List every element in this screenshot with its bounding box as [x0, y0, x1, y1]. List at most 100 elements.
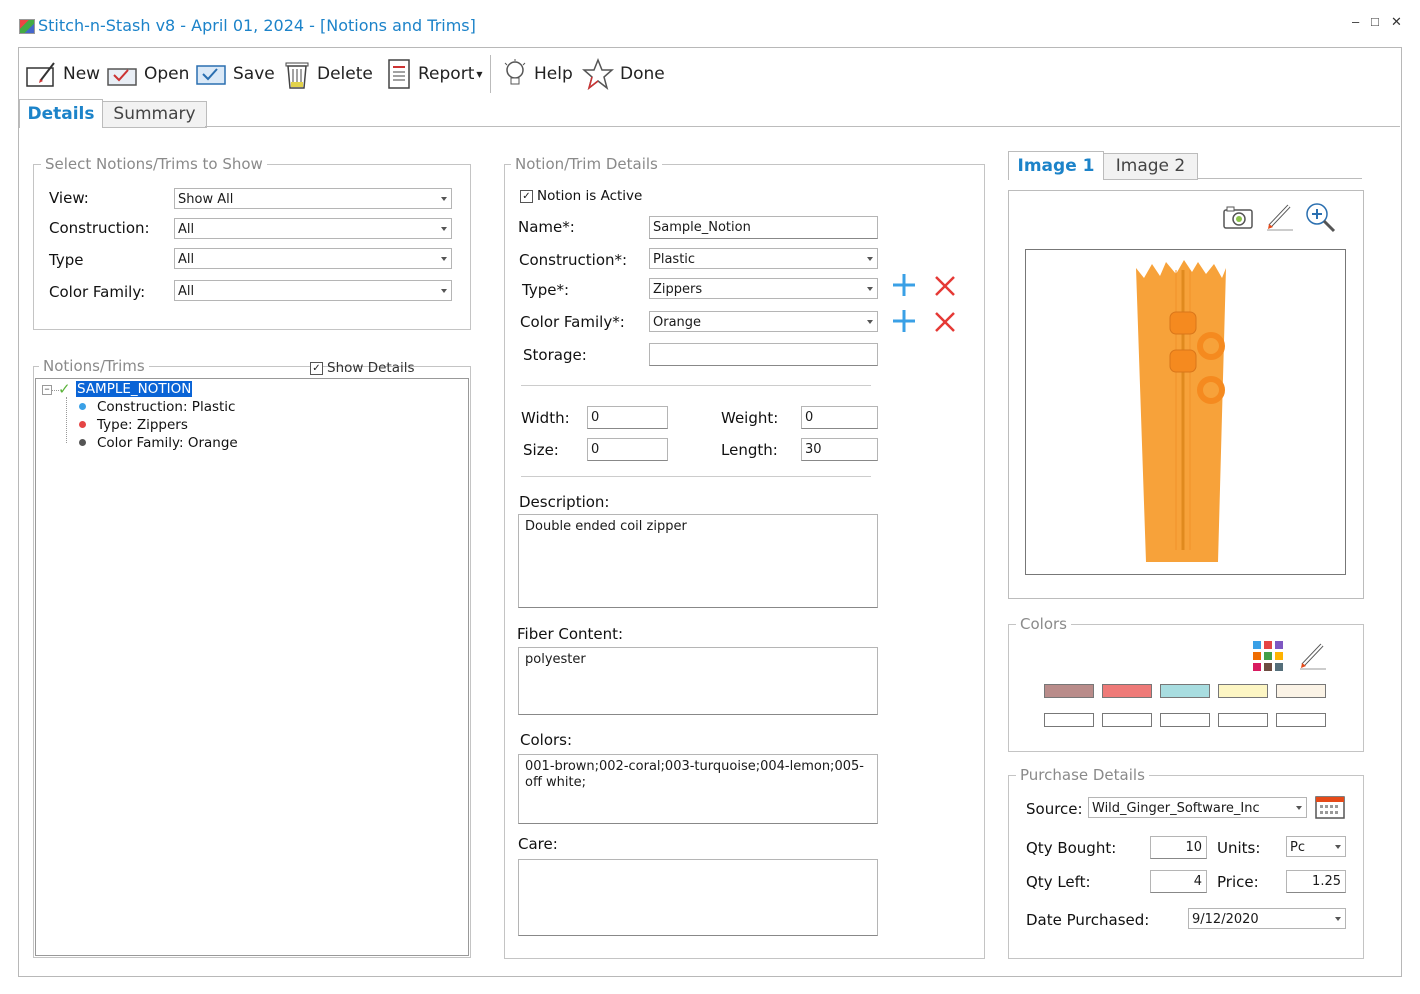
zoom-button[interactable] — [1304, 201, 1336, 236]
qty-left-label: Qty Left: — [1026, 873, 1091, 891]
color-swatch[interactable] — [1160, 684, 1210, 698]
construction-filter-select[interactable]: All — [174, 218, 452, 239]
construction-value: Plastic — [653, 252, 696, 267]
tree-view[interactable] — [35, 378, 469, 956]
qty-left-input[interactable]: 4 — [1150, 870, 1207, 893]
add-type-button[interactable] — [891, 272, 917, 301]
description-label: Description: — [519, 493, 610, 511]
show-details-checkbox[interactable]: ✓ — [310, 362, 323, 375]
colors-group-title: Colors — [1016, 615, 1071, 633]
description-textarea[interactable]: Double ended coil zipper — [518, 514, 878, 608]
maximize-button[interactable]: □ — [1371, 14, 1379, 29]
type-filter-select[interactable]: All — [174, 248, 452, 269]
width-input[interactable]: 0 — [587, 406, 668, 429]
zipper-image — [1136, 260, 1226, 562]
notion-image[interactable] — [1025, 249, 1346, 575]
filter-group-title: Select Notions/Trims to Show — [41, 155, 267, 173]
tab-summary[interactable]: Summary — [102, 101, 207, 128]
tree-root-item[interactable]: SAMPLE_NOTION — [74, 380, 194, 398]
camera-icon — [1223, 206, 1253, 229]
active-checkbox[interactable]: ✓ — [520, 190, 533, 203]
plus-icon — [893, 274, 915, 296]
construction-filter-value: All — [178, 222, 195, 237]
chevron-down-icon — [441, 227, 447, 231]
type-filter-value: All — [178, 252, 195, 267]
type-label: Type*: — [522, 281, 570, 299]
active-label: Notion is Active — [537, 188, 643, 204]
color-swatch[interactable] — [1276, 713, 1326, 727]
size-label: Size: — [523, 441, 559, 459]
tab-image-1[interactable]: Image 1 — [1008, 151, 1104, 180]
tab-details[interactable]: Details — [19, 99, 103, 128]
length-label: Length: — [721, 441, 778, 459]
color-swatch[interactable] — [1218, 713, 1268, 727]
open-button[interactable]: Open — [106, 56, 189, 92]
close-window-button[interactable]: ✕ — [1391, 14, 1402, 30]
tree-child-item[interactable]: Type: Zippers — [97, 417, 188, 433]
minimize-button[interactable]: ‒ — [1352, 14, 1359, 29]
edit-image-button[interactable] — [1265, 201, 1295, 234]
remove-type-button[interactable] — [933, 274, 957, 301]
purchase-group-title: Purchase Details — [1016, 766, 1149, 784]
camera-button[interactable] — [1222, 202, 1254, 233]
image-tab-divider — [1197, 178, 1362, 179]
view-select-value: Show All — [178, 192, 234, 207]
chevron-down-icon — [1335, 845, 1341, 849]
color-swatch[interactable] — [1044, 713, 1094, 727]
color-family-label: Color Family*: — [520, 313, 625, 331]
weight-label: Weight: — [721, 409, 779, 427]
weight-input[interactable]: 0 — [801, 406, 878, 429]
color-swatch[interactable] — [1218, 684, 1268, 698]
tab-image-2[interactable]: Image 2 — [1103, 153, 1198, 180]
units-select[interactable]: Pc — [1286, 836, 1346, 857]
date-purchased-picker[interactable]: 9/12/2020 — [1188, 908, 1346, 929]
name-input[interactable]: Sample_Notion — [649, 216, 878, 239]
tree-connector — [66, 397, 67, 443]
edit-colors-button[interactable] — [1298, 640, 1328, 673]
done-button[interactable]: Done — [582, 56, 665, 92]
color-swatch[interactable] — [1102, 684, 1152, 698]
view-select[interactable]: Show All — [174, 188, 452, 209]
colors-textarea[interactable]: 001-brown;002-coral;003-turquoise;004-le… — [518, 754, 878, 824]
color-swatch[interactable] — [1102, 713, 1152, 727]
palette-button[interactable] — [1252, 640, 1284, 675]
qty-bought-input[interactable]: 10 — [1150, 836, 1207, 859]
done-label: Done — [620, 64, 665, 84]
storage-input[interactable] — [649, 343, 878, 366]
zoom-in-icon — [1306, 203, 1336, 233]
color-family-filter-select[interactable]: All — [174, 280, 452, 301]
units-label: Units: — [1217, 839, 1261, 857]
fiber-content-label: Fiber Content: — [517, 625, 624, 643]
units-value: Pc — [1290, 840, 1305, 855]
delete-button[interactable]: Delete — [283, 56, 373, 92]
color-swatch[interactable] — [1044, 684, 1094, 698]
save-button[interactable]: Save — [195, 56, 275, 92]
price-input[interactable]: 1.25 — [1286, 870, 1346, 893]
report-label: Report — [418, 64, 475, 84]
care-textarea[interactable] — [518, 859, 878, 936]
source-select[interactable]: Wild_Ginger_Software_Inc — [1088, 797, 1307, 818]
fiber-content-textarea[interactable]: polyester — [518, 647, 878, 715]
color-family-select[interactable]: Orange — [649, 311, 878, 332]
tree-child-item[interactable]: Construction: Plastic — [97, 399, 235, 415]
tree-child-item[interactable]: Color Family: Orange — [97, 435, 238, 451]
help-button[interactable]: Help — [502, 56, 573, 92]
care-label: Care: — [518, 835, 558, 853]
plus-icon — [893, 310, 915, 332]
size-input[interactable]: 0 — [587, 438, 668, 461]
type-value: Zippers — [653, 282, 703, 297]
remove-color-family-button[interactable] — [933, 310, 957, 337]
color-swatch[interactable] — [1160, 713, 1210, 727]
type-select[interactable]: Zippers — [649, 278, 878, 299]
new-button[interactable]: New — [25, 56, 100, 92]
color-swatch[interactable] — [1276, 684, 1326, 698]
add-color-family-button[interactable] — [891, 308, 917, 337]
length-input[interactable]: 30 — [801, 438, 878, 461]
construction-select[interactable]: Plastic — [649, 248, 878, 269]
new-label: New — [63, 64, 101, 84]
report-button[interactable]: Report ▼ — [386, 56, 483, 92]
blue-dot-icon — [79, 403, 86, 410]
color-family-value: Orange — [653, 315, 702, 330]
calendar-button[interactable] — [1314, 794, 1346, 823]
open-folder-icon — [107, 68, 137, 86]
